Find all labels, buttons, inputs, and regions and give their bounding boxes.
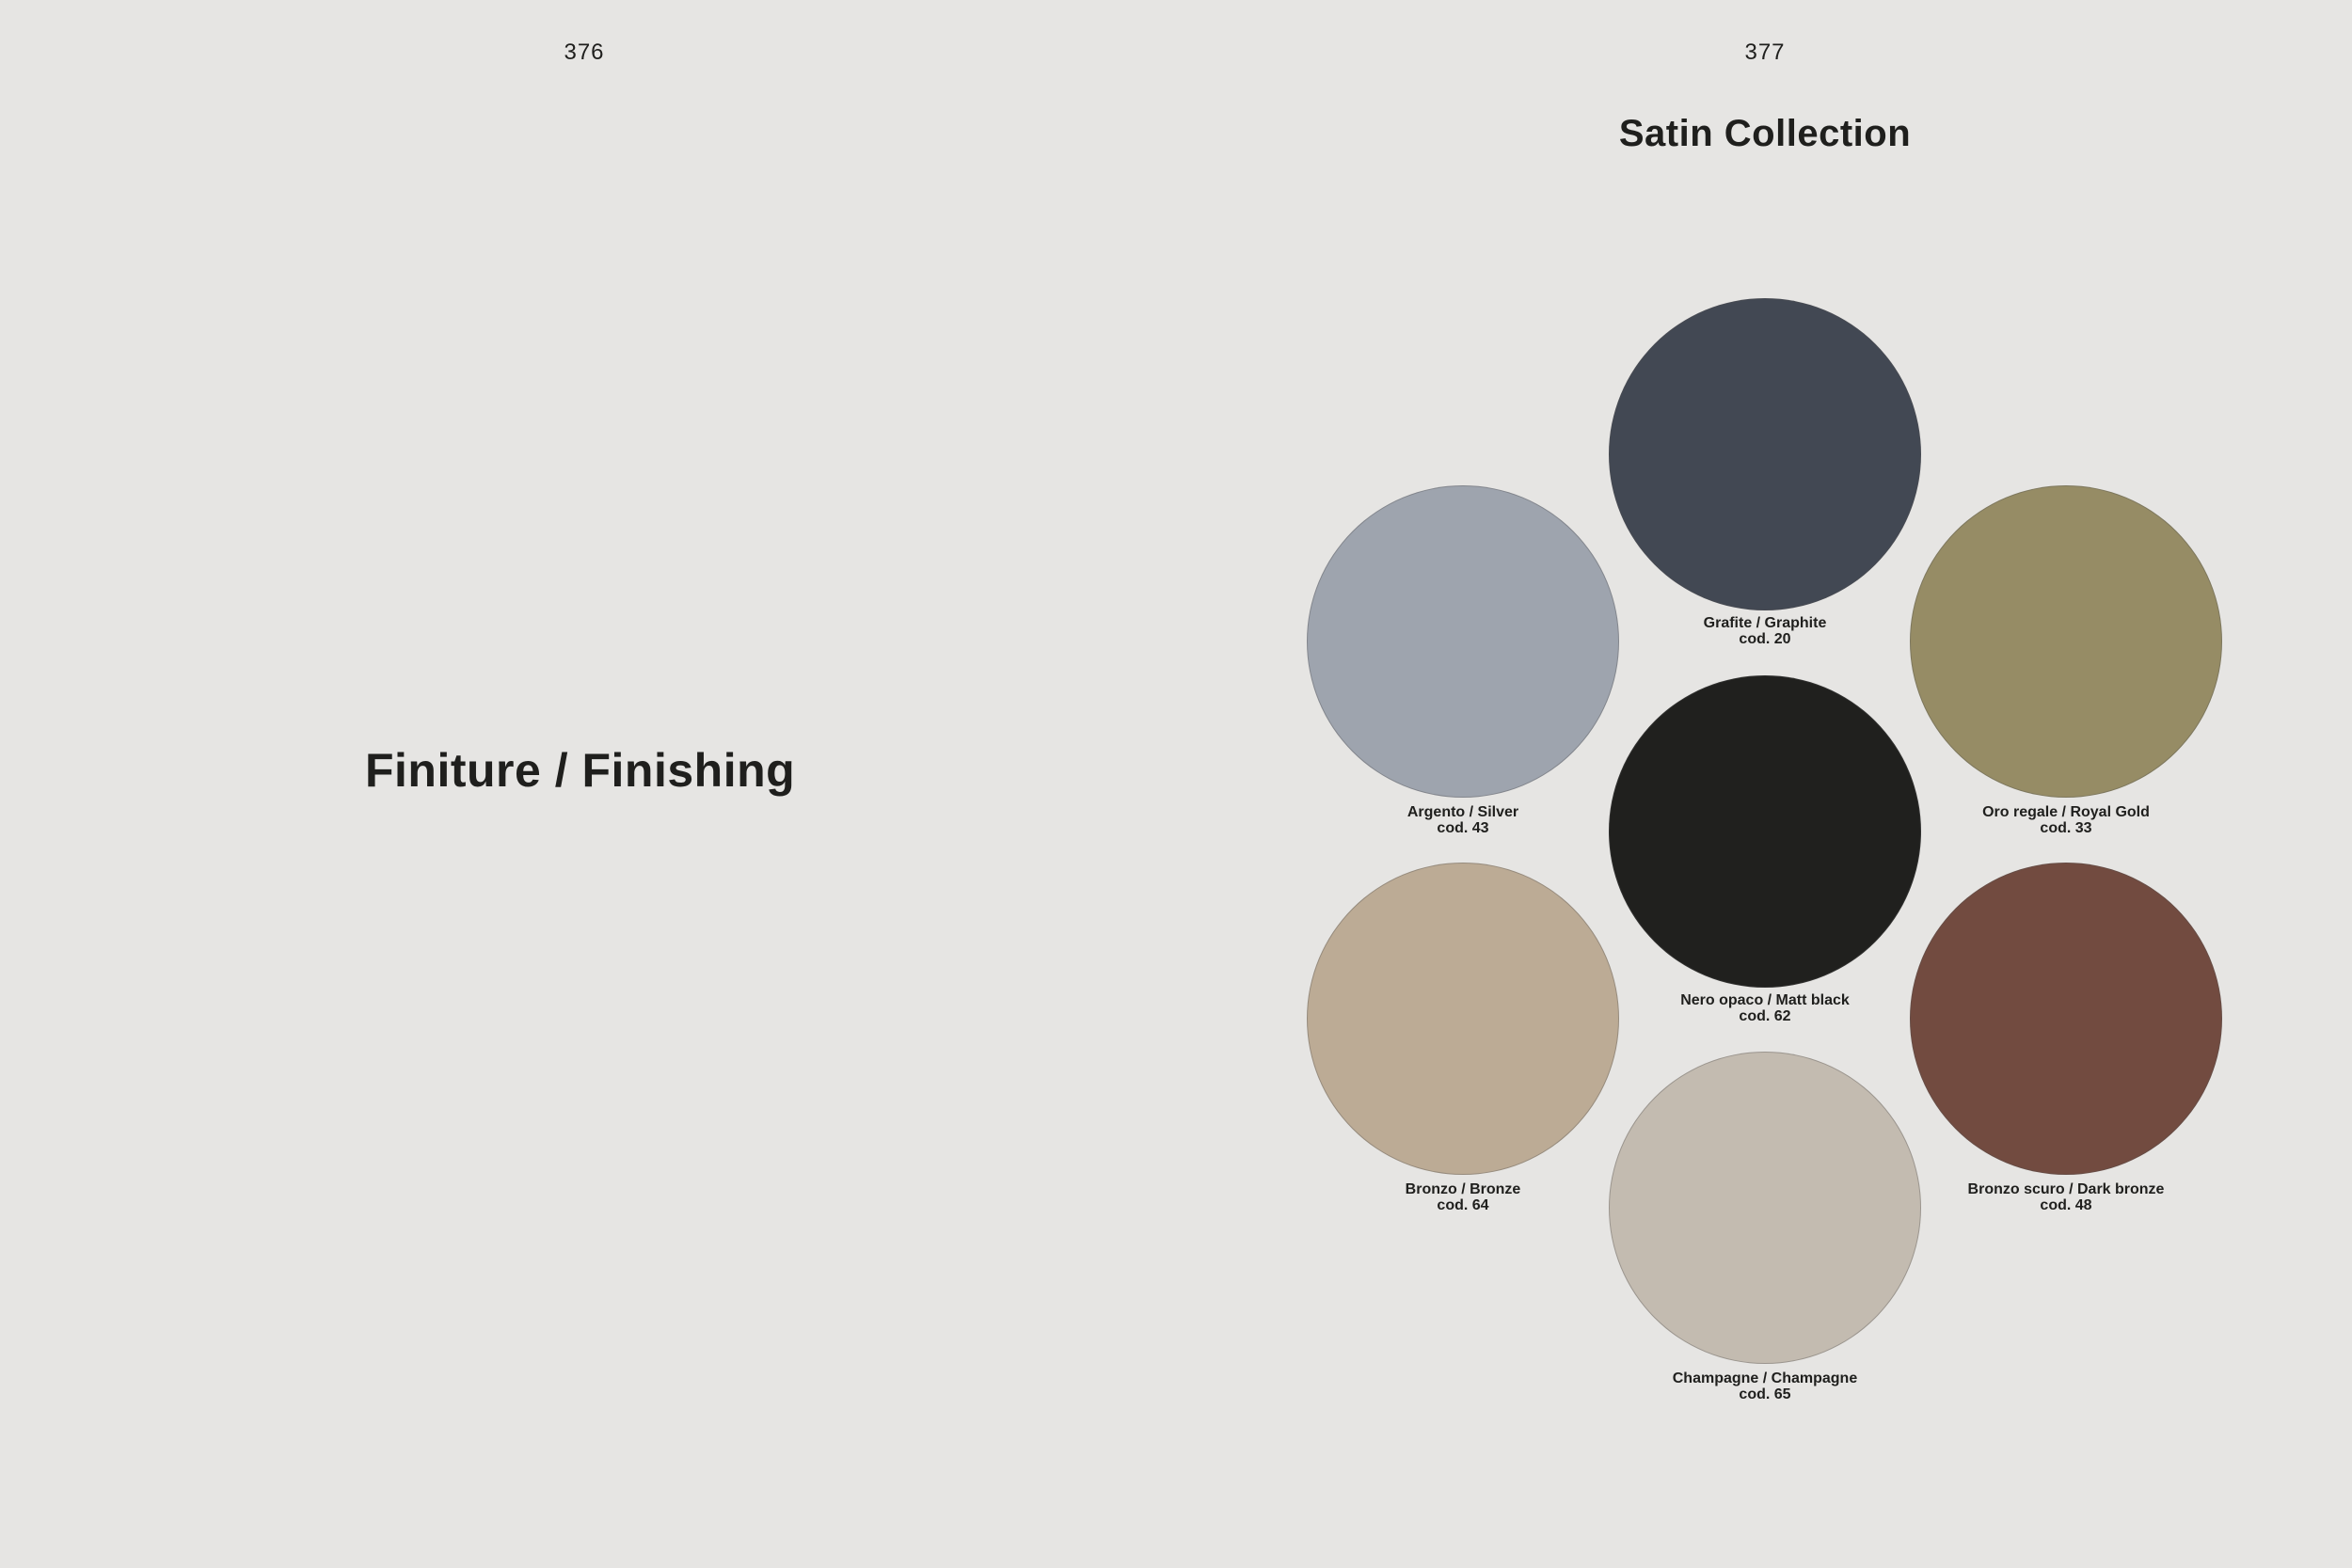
swatch-code: cod. 62 [1739,1008,1791,1024]
section-title: Finiture / Finishing [365,744,796,797]
swatch-label-bronze: Bronzo / Bronze cod. 64 [1294,1181,1632,1213]
swatch-label-champagne: Champagne / Champagne cod. 65 [1596,1370,1934,1402]
swatch-name: Champagne / Champagne [1672,1370,1858,1386]
swatch-name: Grafite / Graphite [1703,615,1827,631]
swatch-label-dark-bronze: Bronzo scuro / Dark bronze cod. 48 [1897,1181,2235,1213]
swatch-code: cod. 48 [2040,1197,2092,1213]
swatch-label-matt-black: Nero opaco / Matt black cod. 62 [1596,992,1934,1024]
swatch-label-silver: Argento / Silver cod. 43 [1294,804,1632,836]
swatch-matt-black [1609,675,1921,988]
swatch-code: cod. 64 [1437,1197,1489,1213]
swatch-name: Oro regale / Royal Gold [1982,804,2150,820]
collection-title: Satin Collection [1618,113,1912,154]
swatch-silver [1307,485,1619,798]
swatch-champagne [1609,1052,1921,1364]
swatch-name: Bronzo / Bronze [1405,1181,1521,1197]
swatch-name: Bronzo scuro / Dark bronze [1967,1181,2165,1197]
swatch-bronze [1307,863,1619,1175]
page-number-left: 376 [564,40,605,65]
swatch-dark-bronze [1910,863,2222,1175]
swatch-code: cod. 33 [2040,820,2092,836]
swatch-code: cod. 20 [1739,631,1791,647]
swatch-royal-gold [1910,485,2222,798]
swatch-name: Nero opaco / Matt black [1680,992,1850,1008]
swatch-code: cod. 65 [1739,1386,1791,1402]
swatch-code: cod. 43 [1437,820,1489,836]
swatch-name: Argento / Silver [1406,804,1519,820]
swatch-label-royal-gold: Oro regale / Royal Gold cod. 33 [1897,804,2235,836]
swatch-graphite [1609,298,1921,610]
swatch-label-graphite: Grafite / Graphite cod. 20 [1596,615,1934,647]
page-number-right: 377 [1744,40,1786,65]
